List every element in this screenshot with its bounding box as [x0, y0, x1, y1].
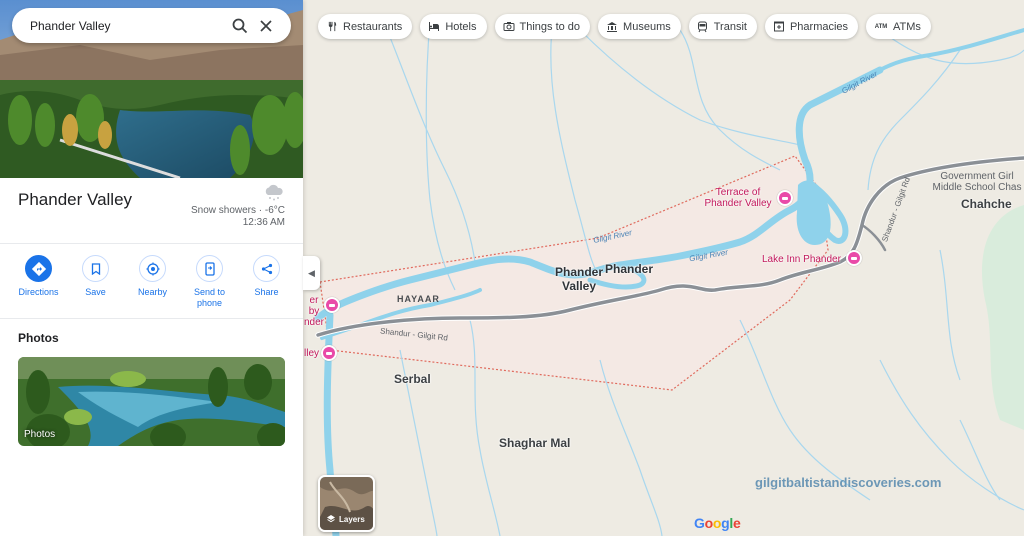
place-title: Phander Valley — [18, 190, 133, 209]
chip-transit[interactable]: Transit — [688, 14, 757, 39]
museum-icon — [606, 21, 618, 33]
chip-label: Hotels — [445, 20, 477, 33]
action-bar: Directions Save Nearby Send to phone Sha… — [10, 255, 295, 309]
weather-time: 12:36 AM — [242, 217, 285, 228]
divider — [0, 243, 303, 244]
chip-label: Museums — [623, 20, 671, 33]
chip-label: ATMs — [893, 20, 921, 33]
divider — [0, 318, 303, 319]
google-logo-letter: G — [694, 515, 705, 531]
transit-icon — [697, 21, 709, 33]
atm-icon: ATM — [874, 23, 888, 30]
layers-label: Layers — [339, 514, 365, 524]
google-logo-letter: o — [712, 515, 722, 531]
town-label-chahche[interactable]: Chahche — [961, 197, 1012, 211]
bookmark-icon — [82, 255, 109, 282]
action-label: Directions — [18, 287, 59, 297]
action-label: Share — [254, 287, 279, 297]
snow-cloud-icon — [265, 184, 283, 201]
town-label-phander-valley[interactable]: Phander Valley — [554, 265, 604, 293]
chip-things-to-do[interactable]: Things to do — [494, 14, 591, 39]
action-label: Send to phone — [193, 287, 226, 308]
pharmacy-icon — [773, 21, 785, 33]
action-label: Nearby — [137, 287, 167, 297]
hotel-pin-icon[interactable] — [321, 345, 337, 361]
hero-photo[interactable] — [0, 0, 303, 178]
action-label: Save — [85, 287, 106, 297]
phone-icon — [196, 255, 223, 282]
hotel-icon — [428, 21, 440, 33]
weather-widget: Snow showers · -6°C 12:36 AM — [191, 184, 285, 229]
google-logo: Google — [694, 515, 741, 531]
maps-app: Gilgit River Gilgit River Gilgit River S… — [0, 0, 1024, 536]
chip-label: Transit — [713, 20, 747, 33]
photos-heading: Photos — [18, 331, 59, 345]
chip-museums[interactable]: Museums — [598, 14, 681, 39]
search-bar — [12, 8, 291, 43]
collapse-panel-button[interactable]: ◀ — [303, 256, 320, 290]
share-icon — [253, 255, 280, 282]
send-to-phone-button[interactable]: Send to phone — [181, 255, 238, 309]
chip-label: Things to do — [519, 20, 581, 33]
hotel-pin-icon[interactable] — [846, 250, 862, 266]
chip-label: Pharmacies — [789, 20, 849, 33]
poi-pin-icon[interactable] — [777, 190, 793, 206]
layers-icon — [327, 515, 335, 523]
chip-pharmacies[interactable]: Pharmacies — [764, 14, 859, 39]
search-icon[interactable] — [227, 13, 253, 39]
directions-button[interactable]: Directions — [10, 255, 67, 309]
chevron-left-icon: ◀ — [308, 267, 315, 278]
watermark-text: gilgitbaltistandiscoveries.com — [755, 475, 942, 490]
layers-label-group: Layers — [326, 514, 365, 524]
save-button[interactable]: Save — [67, 255, 124, 309]
nearby-button[interactable]: Nearby — [124, 255, 181, 309]
chip-atms[interactable]: ATM ATMs — [866, 14, 931, 39]
photo-thumbnail — [18, 357, 285, 446]
hotel-pin-icon[interactable] — [324, 297, 340, 313]
directions-icon — [25, 255, 52, 282]
chip-hotels[interactable]: Hotels — [420, 14, 487, 39]
photos-card[interactable]: Photos — [18, 357, 285, 446]
restaurant-icon — [326, 21, 338, 33]
layers-button[interactable]: Layers — [318, 475, 375, 532]
chip-label: Restaurants — [343, 20, 403, 33]
poi-label-lake-inn[interactable]: Lake Inn Phander — [762, 254, 841, 265]
village-label-hayaar: HAYAAR — [397, 294, 440, 304]
poi-label-left-1[interactable]: er by nder — [304, 295, 324, 328]
poi-label-terrace[interactable]: Terrace of Phander Valley — [697, 187, 779, 209]
search-input[interactable] — [30, 18, 227, 33]
school-label[interactable]: Government Girl Middle School Chas — [930, 171, 1024, 193]
close-icon[interactable] — [253, 13, 279, 39]
poi-label-left-2[interactable]: lley — [304, 348, 319, 359]
place-panel: Phander Valley Snow showers · -6°C 12:36… — [0, 0, 303, 536]
category-chips: Restaurants Hotels Things to do Museums … — [318, 14, 931, 39]
google-logo-letter: e — [732, 515, 741, 531]
town-label-serbal[interactable]: Serbal — [394, 372, 431, 386]
nearby-icon — [139, 255, 166, 282]
town-label-shaghar-mal[interactable]: Shaghar Mal — [499, 436, 570, 450]
share-button[interactable]: Share — [238, 255, 295, 309]
weather-condition: Snow showers · -6°C — [190, 205, 285, 216]
camera-icon — [503, 21, 515, 33]
town-label-phander[interactable]: Phander — [605, 262, 653, 276]
chip-restaurants[interactable]: Restaurants — [318, 14, 413, 39]
google-logo-letter: o — [704, 515, 714, 531]
photos-card-label: Photos — [24, 429, 56, 440]
